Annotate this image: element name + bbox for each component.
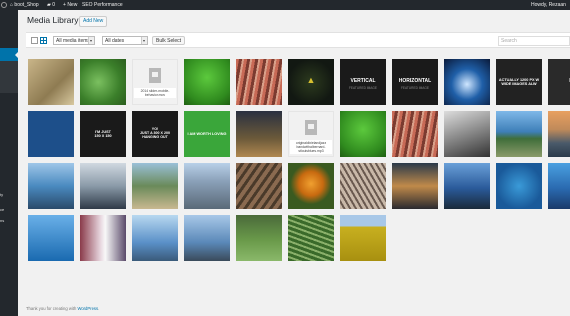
bulk-select-button[interactable]: Bulk Select (152, 36, 186, 45)
media-tile-sea-cliffs[interactable] (28, 163, 74, 209)
media-tile-green-dew-2[interactable] (340, 111, 386, 157)
media-tile-yellow-field[interactable] (340, 215, 386, 261)
tile-caption: R (548, 78, 570, 84)
media-tile-green-fern[interactable] (80, 59, 126, 105)
footer-text: Thank you for creating with (26, 306, 77, 311)
media-tile-golden-gate[interactable] (132, 215, 178, 261)
media-tile-pier-bridge[interactable] (184, 215, 230, 261)
comments-link[interactable]: ▰ 0 (47, 0, 55, 10)
sidebar-item[interactable] (0, 177, 18, 182)
new-content-link[interactable]: + New (63, 0, 77, 10)
file-icon (305, 120, 317, 135)
tile-subcaption: FEATURED IMAGE (348, 86, 378, 90)
media-tile-150x150[interactable]: I'M JUST 150 X 150 (80, 111, 126, 157)
comments-count: 0 (52, 2, 56, 8)
media-toolbar: All media items All dates Bulk Select Se… (26, 32, 570, 48)
media-type-filter-value: All media items (56, 38, 90, 44)
media-tile-sunset-shore[interactable] (548, 111, 570, 157)
tile-caption: HORIZONTAL (398, 78, 432, 85)
active-arrow (15, 52, 18, 58)
wordpress-link[interactable]: WordPress (77, 306, 98, 311)
media-submenu (0, 61, 18, 93)
chevron-down-icon (88, 37, 94, 44)
seo-link[interactable]: SEO (82, 0, 93, 10)
admin-bar: ⌂ boot_Shop ▰ 0 + New SEO Performance Ho… (0, 0, 570, 10)
media-tile-unicorn[interactable] (444, 59, 490, 105)
media-tile-city-skyline[interactable] (548, 163, 570, 209)
media-tile-green-text[interactable]: I AM WORTH LOVING (184, 111, 230, 157)
media-tile-video-file[interactable]: 2014 slider-mobile-behavior.mov (132, 59, 178, 105)
tile-caption: YO! JUST A 300 X 200 HANGING OUT (140, 127, 170, 139)
chevron-down-icon (141, 37, 147, 44)
sidebar-item[interactable] (0, 111, 18, 116)
file-icon (149, 68, 161, 83)
media-tile-partial-dark[interactable]: R (548, 59, 570, 105)
comment-icon: ▰ (47, 2, 51, 8)
media-tile-audio-file[interactable]: originaldixielandjazz bandwithalbernard-… (288, 111, 334, 157)
howdy-user-link[interactable]: Howdy, Rezaan (531, 0, 566, 10)
file-name-label: 2014 slider-mobile-behavior.mov (134, 88, 176, 98)
sidebar-item[interactable]: ns (0, 218, 18, 223)
media-tile-light-rays[interactable] (80, 215, 126, 261)
sidebar-item[interactable] (0, 122, 18, 127)
sidebar-item[interactable] (0, 133, 18, 138)
media-tile-glasses-on-book[interactable] (28, 59, 74, 105)
admin-sidebar: ty ce ns (0, 10, 18, 316)
media-tile-misty-lake[interactable] (80, 163, 126, 209)
site-name-link[interactable]: ⌂ boot_Shop (10, 0, 39, 10)
media-tile-bw-landscape[interactable] (444, 111, 490, 157)
sidebar-item[interactable] (0, 144, 18, 149)
search-input[interactable]: Search (498, 36, 570, 46)
triforce-icon: ▲ (306, 75, 316, 85)
media-tile-crop-rows[interactable] (288, 215, 334, 261)
site-name-label: boot_Shop (14, 2, 39, 8)
media-tile-blue-tile[interactable] (28, 111, 74, 157)
media-tile-blue-sea[interactable] (28, 215, 74, 261)
add-new-button[interactable]: Add New (79, 16, 108, 27)
media-tile-beach-arch[interactable] (132, 163, 178, 209)
tile-caption: ACTUALLY 1200 PX W WIDE IMAGES ALW (498, 77, 540, 86)
tile-caption: VERTICAL (350, 78, 376, 85)
media-tile-forest[interactable] (236, 215, 282, 261)
media-tile-metal-structure[interactable] (340, 163, 386, 209)
performance-link[interactable]: Performance (94, 0, 123, 10)
media-tile-300x200[interactable]: YO! JUST A 300 X 200 HANGING OUT (132, 111, 178, 157)
tile-caption: I'M JUST 150 X 150 (94, 129, 112, 138)
sidebar-item[interactable] (0, 166, 18, 171)
media-tile-wood-boardwalk[interactable] (236, 163, 282, 209)
sidebar-item[interactable]: ty (0, 192, 18, 197)
media-tile-triforce-dark[interactable]: ▲ (288, 59, 334, 105)
tile-subcaption: FEATURED IMAGE (400, 86, 430, 90)
media-tile-rocky-shore[interactable] (184, 163, 230, 209)
date-filter-value: All dates (105, 38, 125, 44)
media-tile-sunset-water[interactable] (392, 163, 438, 209)
home-icon: ⌂ (10, 2, 14, 8)
wordpress-logo-icon[interactable] (1, 0, 7, 10)
media-tile-horizontal-featured[interactable]: HORIZONTAL FEATURED IMAGE (392, 59, 438, 105)
media-tile-blue-water[interactable] (496, 163, 542, 209)
grid-view-icon[interactable] (40, 37, 47, 44)
sidebar-item[interactable]: ce (0, 207, 18, 212)
date-filter[interactable]: All dates (102, 36, 148, 45)
tile-caption: I AM WORTH LOVING (187, 131, 227, 136)
media-tile-harbour-bridge[interactable] (444, 163, 490, 209)
media-tile-green-dew[interactable] (184, 59, 230, 105)
page-title: Media Library (27, 15, 79, 25)
media-tile-city-night[interactable] (236, 111, 282, 157)
media-tile-coast-cliffs[interactable] (496, 111, 542, 157)
file-name-label: originaldixielandjazz bandwithalbernard-… (290, 140, 332, 154)
admin-footer: Thank you for creating with WordPress. (26, 306, 100, 311)
media-tile-red-coral[interactable] (236, 59, 282, 105)
media-tile-wide-image-text[interactable]: ACTUALLY 1200 PX W WIDE IMAGES ALW (496, 59, 542, 105)
new-label: New (67, 2, 78, 8)
list-view-icon[interactable] (31, 37, 38, 44)
media-tile-vertical-featured[interactable]: VERTICAL FEATURED IMAGE (340, 59, 386, 105)
sidebar-item[interactable] (0, 155, 18, 160)
media-tile-orange-lily[interactable] (288, 163, 334, 209)
media-type-filter[interactable]: All media items (53, 36, 95, 45)
media-tile-red-coral-2[interactable] (392, 111, 438, 157)
